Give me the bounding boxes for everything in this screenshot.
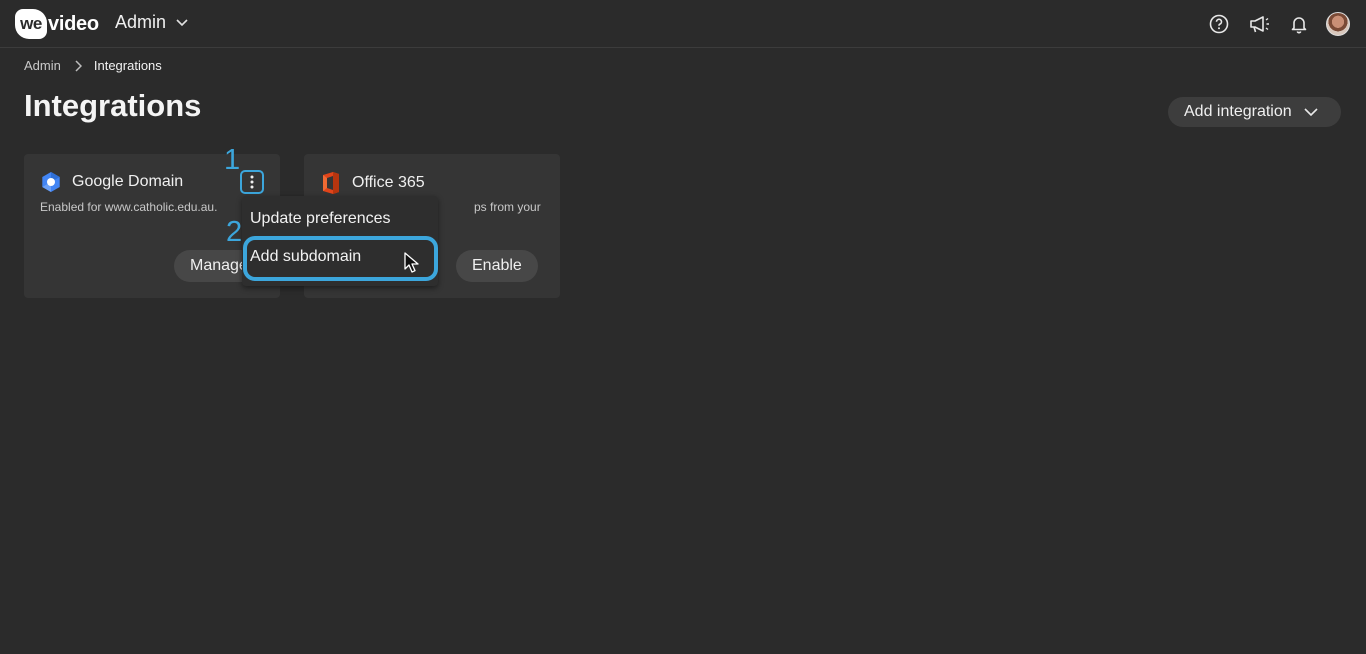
wevideo-logo[interactable]: we video [15, 8, 99, 40]
breadcrumb-admin[interactable]: Admin [24, 58, 61, 73]
add-integration-label: Add integration [1184, 103, 1292, 120]
card-header: Office 365 [320, 171, 425, 195]
google-workspace-icon [42, 172, 60, 192]
top-icons [1192, 11, 1350, 37]
step-number-2: 2 [226, 216, 243, 248]
add-integration-button[interactable]: Add integration [1168, 97, 1341, 127]
chevron-right-icon [75, 59, 82, 72]
chevron-down-icon [176, 18, 188, 26]
app-switcher[interactable]: Admin [115, 12, 188, 33]
card-description: Enabled for www.catholic.edu.au. [40, 200, 218, 214]
avatar[interactable] [1326, 12, 1350, 36]
menu-item-add-subdomain[interactable]: Add subdomain [250, 248, 361, 266]
mouse-cursor-icon [404, 252, 419, 273]
menu-item-update-preferences[interactable]: Update preferences [250, 210, 391, 228]
help-icon[interactable] [1206, 11, 1232, 37]
breadcrumb: Admin Integrations [24, 58, 162, 73]
announcement-icon[interactable] [1246, 11, 1272, 37]
breadcrumb-integrations: Integrations [93, 58, 162, 73]
card-description: ps from your [474, 200, 541, 214]
logo-video-text: video [48, 12, 99, 35]
logo-we-mark: we [15, 9, 47, 39]
page-title: Integrations [24, 88, 202, 123]
step-number-1: 1 [224, 144, 241, 176]
card-title: Google Domain [72, 173, 184, 190]
kebab-menu-icon [250, 175, 254, 189]
top-bar: we video Admin [0, 0, 1366, 48]
more-options-button[interactable] [240, 170, 264, 194]
card-header: Google Domain [40, 171, 183, 193]
bell-icon[interactable] [1286, 11, 1312, 37]
enable-button[interactable]: Enable [456, 250, 538, 282]
app-switcher-label: Admin [115, 12, 167, 32]
chevron-down-icon [1304, 108, 1318, 116]
card-title: Office 365 [352, 174, 425, 191]
office-365-icon [323, 172, 339, 194]
